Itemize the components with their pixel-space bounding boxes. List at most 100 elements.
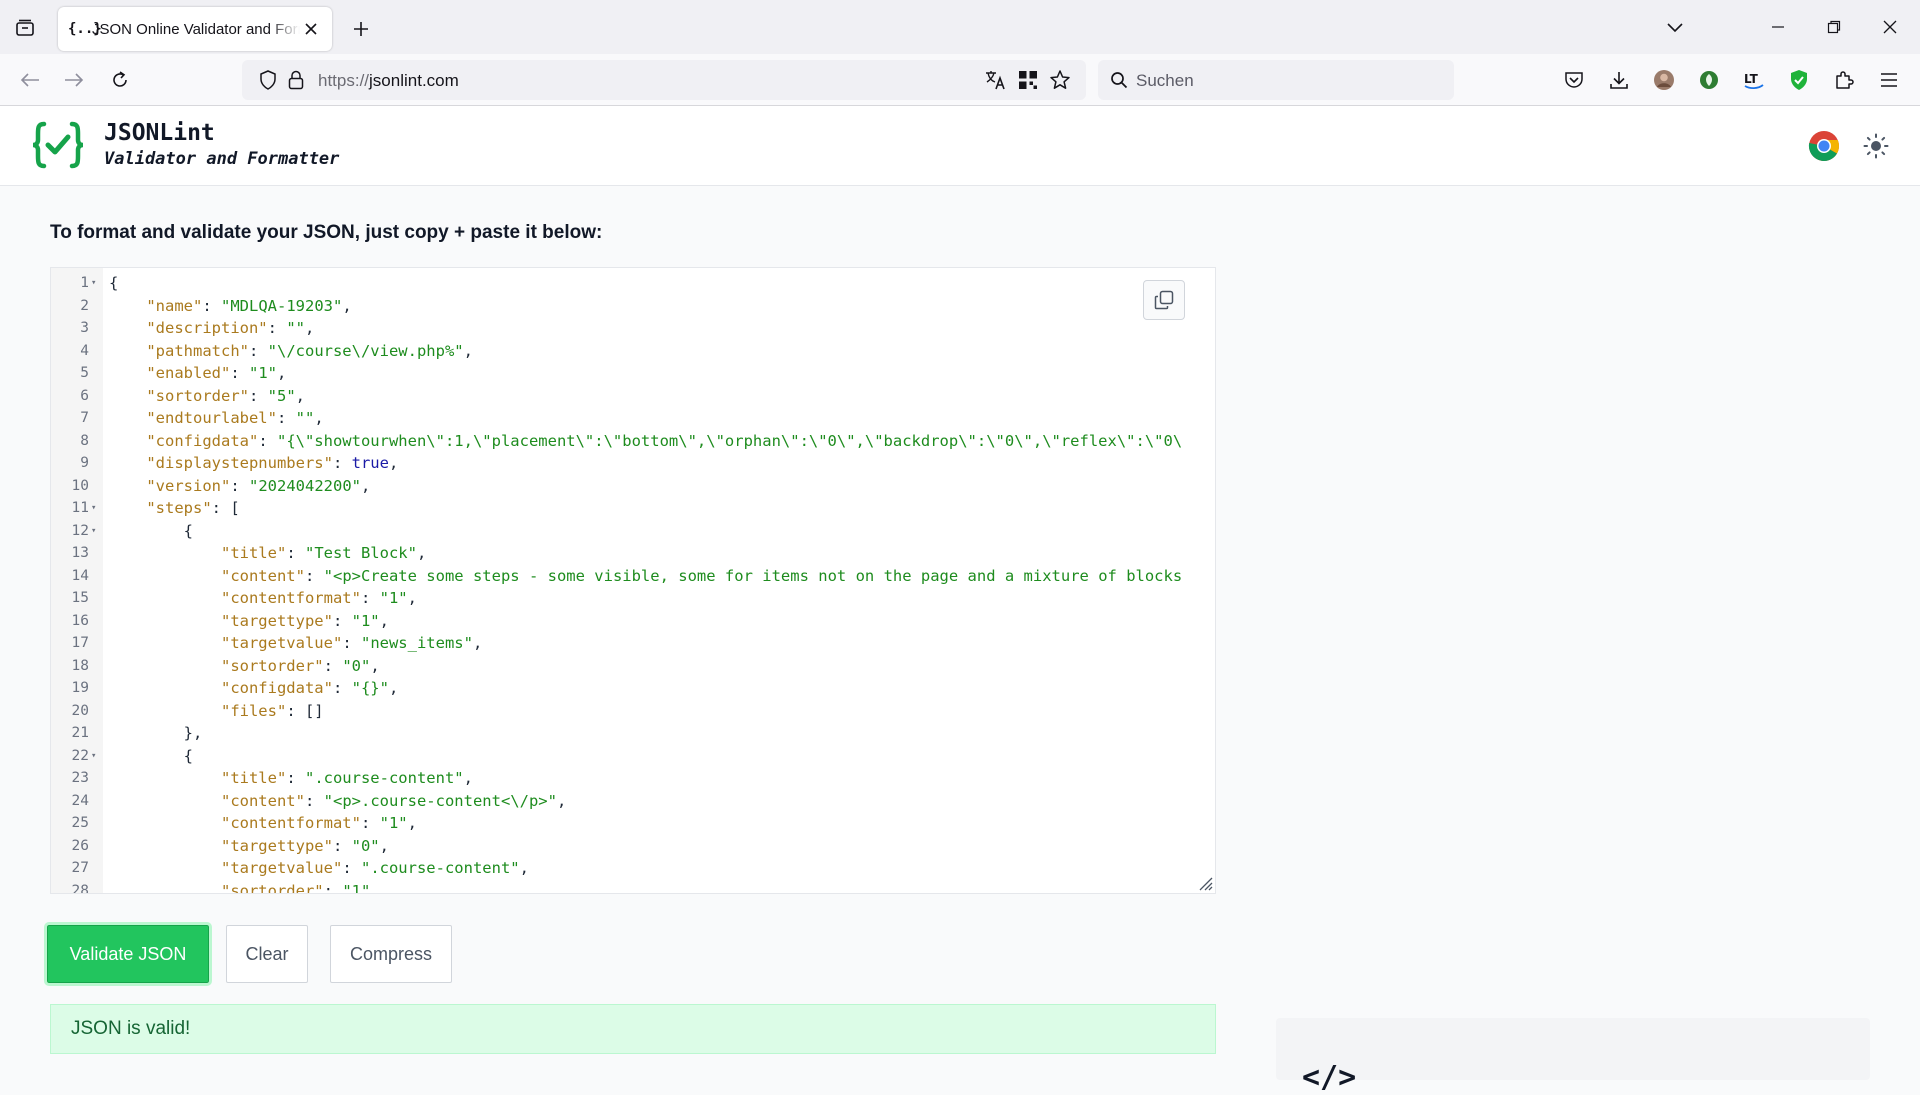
translate-icon (986, 71, 1005, 90)
editor-line[interactable]: 2 "name": "MDLQA-19203", (51, 295, 1215, 318)
editor-line[interactable]: 1 ▾ { (51, 272, 1215, 295)
search-bar[interactable]: Suchen (1098, 60, 1454, 100)
editor-line[interactable]: 5 "enabled": "1", (51, 362, 1215, 385)
tab-close-button[interactable] (300, 18, 322, 40)
editor-line[interactable]: 9 "displaystepnumbers": true, (51, 452, 1215, 475)
json-editor[interactable]: 1 ▾{2 "name": "MDLQA-19203", 3 "descriptio… (50, 267, 1216, 894)
chrome-extension-link[interactable] (1808, 130, 1840, 162)
json-punctuation: }, (183, 724, 203, 742)
code-text: "title": ".course-content", (109, 767, 473, 790)
line-number: 2 (80, 297, 89, 314)
code-text: "name": "MDLQA-19203", (109, 295, 351, 318)
extensions-button[interactable] (1828, 64, 1860, 96)
fold-toggle-icon[interactable]: ▾ (91, 745, 101, 768)
line-number: 17 (71, 635, 89, 651)
editor-line[interactable]: 13 "title": "Test Block", (51, 542, 1215, 565)
editor-line[interactable]: 8 "configdata": "{\"showtourwhen\":1,\"p… (51, 430, 1215, 453)
json-key: "title" (220, 769, 287, 787)
tab-jsonlint[interactable]: {..} JSON Online Validator and Formatter… (58, 7, 332, 51)
editor-line[interactable]: 23 "title": ".course-content", (51, 767, 1215, 790)
security-extension-button[interactable] (1783, 64, 1815, 96)
editor-line[interactable]: 21 }, (51, 722, 1215, 745)
line-number: 24 (71, 792, 89, 809)
line-number: 7 (80, 410, 89, 426)
json-punctuation: , (379, 836, 389, 855)
compress-button[interactable]: Compress (330, 925, 452, 983)
tracking-protection-button[interactable] (256, 68, 280, 92)
json-key: "configdata" (146, 431, 259, 450)
editor-line[interactable]: 20 "files": [] (51, 700, 1215, 723)
jsonlint-logo[interactable] (30, 120, 86, 170)
editor-line[interactable]: 15 "contentformat": "1", (51, 587, 1215, 610)
theme-toggle-button[interactable] (1860, 130, 1892, 162)
editor-line[interactable]: 19 "configdata": "{}", (51, 677, 1215, 700)
fold-toggle-icon[interactable]: ▾ (91, 497, 101, 520)
editor-line[interactable]: 16 "targettype": "1", (51, 610, 1215, 633)
search-icon (1111, 72, 1128, 89)
app-menu-button[interactable] (1873, 64, 1905, 96)
tab-list-icon (16, 19, 34, 36)
forward-button[interactable] (58, 64, 90, 96)
back-button[interactable] (14, 64, 46, 96)
json-punctuation: , (556, 791, 567, 810)
window-close-button[interactable] (1872, 12, 1908, 42)
editor-line[interactable]: 25 "contentformat": "1", (51, 812, 1215, 835)
json-punctuation: : (286, 544, 305, 562)
code-text: { (109, 272, 118, 295)
search-placeholder: Suchen (1136, 71, 1194, 90)
line-number: 18 (71, 657, 89, 674)
bookmark-star-button[interactable] (1048, 68, 1072, 92)
site-info-button[interactable] (284, 68, 308, 92)
close-icon (1883, 20, 1897, 34)
new-tab-button[interactable] (346, 14, 376, 44)
translate-button[interactable] (984, 68, 1008, 92)
editor-line[interactable]: 3 "description": "", (51, 317, 1215, 340)
json-punctuation: , (388, 454, 399, 472)
editor-line[interactable]: 18 "sortorder": "0", (51, 655, 1215, 678)
editor-line[interactable]: 7 "endtourlabel": "", (51, 407, 1215, 430)
languagetool-button[interactable]: LT (1738, 64, 1770, 96)
tab-list-button[interactable] (10, 14, 40, 42)
json-punctuation: : (304, 566, 324, 585)
code-text: "targetvalue": ".course-content", (109, 857, 529, 880)
editor-line[interactable]: 4 "pathmatch": "\/course\/view.php%", (51, 340, 1215, 363)
line-number: 23 (71, 770, 89, 786)
json-punctuation: : (332, 679, 352, 697)
editor-line[interactable]: 10 "version": "2024042200", (51, 475, 1215, 498)
extension-green-button[interactable] (1693, 64, 1725, 96)
qr-code-button[interactable] (1016, 68, 1040, 92)
json-punctuation: : (230, 476, 249, 495)
pocket-button[interactable] (1558, 64, 1590, 96)
fold-toggle-icon[interactable]: ▾ (91, 520, 101, 543)
editor-line[interactable]: 12 ▾ { (51, 520, 1215, 543)
json-key: "version" (146, 476, 231, 495)
close-icon (305, 23, 317, 35)
editor-line[interactable]: 22 ▾ { (51, 745, 1215, 768)
reload-button[interactable] (104, 64, 136, 96)
editor-line[interactable]: 28 "sortorder": "1" (51, 880, 1215, 894)
editor-line[interactable]: 26 "targettype": "0", (51, 835, 1215, 858)
code-text: "files": [] (109, 700, 324, 723)
url-text[interactable]: https://jsonlint.com (318, 71, 459, 91)
url-bar[interactable]: https://jsonlint.com (242, 60, 1086, 100)
list-all-tabs-button[interactable] (1660, 14, 1690, 42)
validate-json-button[interactable]: Validate JSON (44, 922, 212, 986)
editor-resize-handle[interactable] (1197, 875, 1213, 891)
copy-button[interactable] (1143, 280, 1185, 320)
window-minimize-button[interactable] (1760, 12, 1796, 42)
downloads-button[interactable] (1603, 64, 1635, 96)
editor-line[interactable]: 11 ▾ "steps": [ (51, 497, 1215, 520)
json-punctuation: , (360, 476, 371, 495)
window-restore-button[interactable] (1816, 12, 1852, 42)
editor-line[interactable]: 27 "targetvalue": ".course-content", (51, 857, 1215, 880)
line-number: 21 (71, 725, 89, 741)
editor-line[interactable]: 24 "content": "<p>.course-content<\/p>", (51, 790, 1215, 813)
account-avatar-button[interactable] (1648, 64, 1680, 96)
json-string: "0" (351, 836, 380, 855)
editor-line[interactable]: 14 "content": "<p>Create some steps - so… (51, 565, 1215, 588)
fold-toggle-icon[interactable]: ▾ (91, 272, 101, 295)
json-string: ".course-content" (304, 769, 464, 787)
clear-button[interactable]: Clear (226, 925, 308, 983)
editor-line[interactable]: 6 "sortorder": "5", (51, 385, 1215, 408)
editor-line[interactable]: 17 "targetvalue": "news_items", (51, 632, 1215, 655)
